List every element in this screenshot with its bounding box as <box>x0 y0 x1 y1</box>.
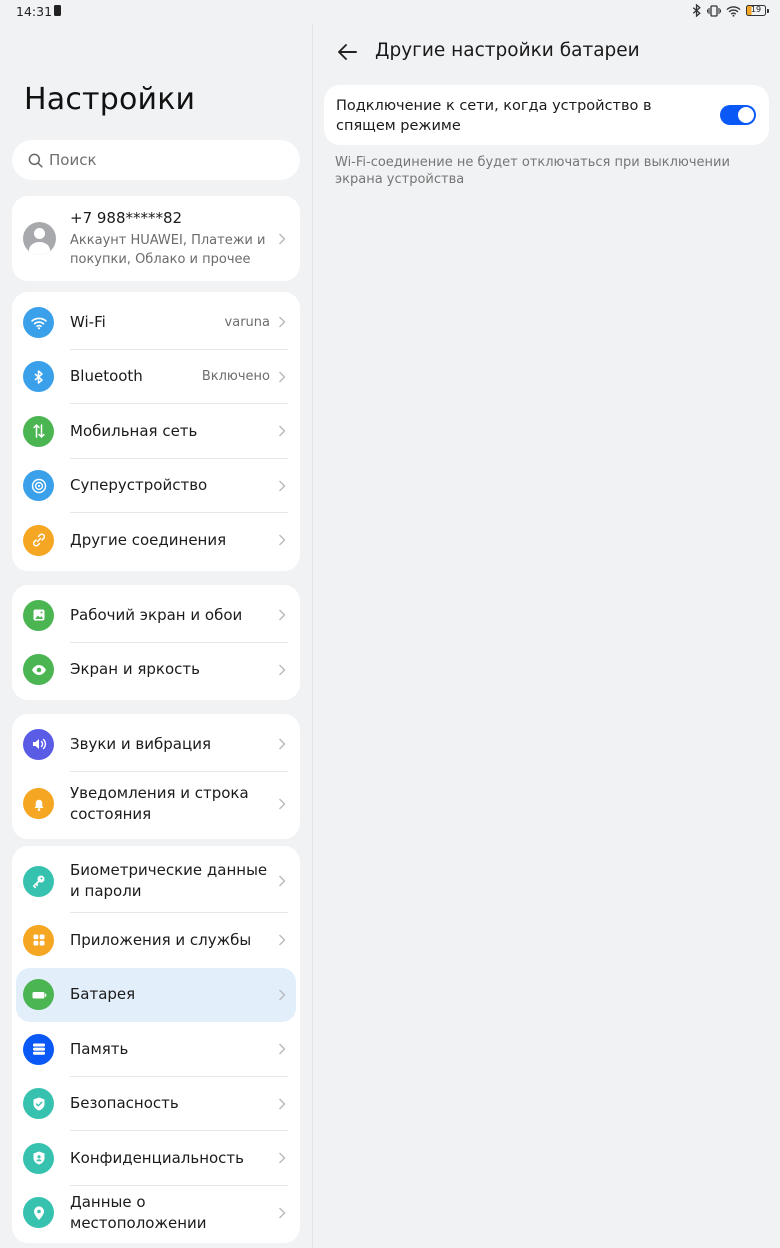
bluetooth-icon <box>23 361 54 393</box>
back-arrow-icon[interactable] <box>335 40 359 64</box>
key-icon <box>23 865 54 897</box>
settings-item-bell[interactable]: Уведомления и строка состояния <box>12 772 300 836</box>
search-icon <box>28 153 43 168</box>
settings-item-mobile-data[interactable]: Мобильная сеть <box>12 404 300 459</box>
settings-item-label: Мобильная сеть <box>70 421 198 440</box>
wifi-icon <box>23 306 54 338</box>
settings-item-storage[interactable]: Память <box>12 1022 300 1077</box>
chevron-right-icon <box>279 664 286 676</box>
chevron-right-icon <box>279 233 286 244</box>
toggle-knob <box>738 107 754 123</box>
settings-item-label: Конфиденциальность <box>70 1148 245 1167</box>
detail-pane: Другие настройки батареи Подключение к с… <box>313 24 780 1248</box>
search-bar[interactable] <box>12 140 300 180</box>
super-device-icon <box>23 470 54 502</box>
network-sleep-toggle[interactable] <box>720 105 756 125</box>
location-icon <box>23 1197 54 1229</box>
account-subtitle: Аккаунт HUAWEI, Платежи и покупки, Облак… <box>70 232 266 267</box>
connections-group: Wi-Fi varuna Bluetooth Включено Мобильная се… <box>12 292 300 571</box>
settings-item-eye[interactable]: Экран и яркость <box>12 643 300 698</box>
status-icons: 19 <box>692 4 769 17</box>
settings-item-label: Экран и яркость <box>70 660 200 679</box>
account-card[interactable]: +7 988*****82 Аккаунт HUAWEI, Платежи и … <box>12 196 300 281</box>
battery-status-icon: 19 <box>746 5 769 16</box>
settings-item-label: Батарея <box>70 985 136 1004</box>
sound-notifications-group: Звуки и вибрация Уведомления и строка сос… <box>12 714 300 839</box>
chevron-right-icon <box>279 425 286 437</box>
settings-item-label: Wi-Fi <box>70 312 106 331</box>
settings-item-value: varuna <box>224 314 270 330</box>
settings-item-shield[interactable]: Безопасность <box>12 1077 300 1131</box>
settings-item-location[interactable]: Данные о местоположении <box>12 1186 300 1241</box>
account-row[interactable]: +7 988*****82 Аккаунт HUAWEI, Платежи и … <box>12 196 300 281</box>
detail-title: Другие настройки батареи <box>375 40 640 61</box>
chevron-right-icon <box>279 609 286 621</box>
setting-hint: Wi-Fi-соединение не будет отключаться пр… <box>335 155 730 187</box>
settings-list-pane: Настройки +7 988*****82 Аккаунт HUAWEI, … <box>0 0 312 1248</box>
chevron-right-icon <box>279 480 286 492</box>
display-group: Рабочий экран и обои Экран и яркость <box>12 585 300 700</box>
chevron-right-icon <box>279 934 286 946</box>
settings-item-key[interactable]: Биометрические данные и пароли <box>12 849 300 913</box>
storage-icon <box>23 1033 54 1065</box>
page-title: Настройки <box>24 82 196 117</box>
settings-item-sound[interactable]: Звуки и вибрация <box>12 717 300 772</box>
search-input[interactable] <box>49 151 279 169</box>
link-icon <box>23 524 54 556</box>
settings-item-wifi[interactable]: Wi-Fi varuna <box>12 295 300 350</box>
settings-item-label: Другие соединения <box>70 530 227 549</box>
chevron-right-icon <box>279 1152 286 1164</box>
settings-item-bluetooth[interactable]: Bluetooth Включено <box>12 350 300 404</box>
account-phone: +7 988*****82 <box>70 208 183 227</box>
chevron-right-icon <box>279 1207 286 1219</box>
system-group: Биометрические данные и пароли Приложения… <box>12 846 300 1243</box>
vibrate-status-icon <box>707 4 721 17</box>
settings-item-privacy[interactable]: Конфиденциальность <box>12 1131 300 1186</box>
bluetooth-status-icon <box>692 4 701 17</box>
setting-label: Подключение к сети, когда устройство в с… <box>336 98 652 134</box>
chevron-right-icon <box>279 875 286 887</box>
settings-item-label: Данные о местоположении <box>70 1192 207 1232</box>
wifi-status-icon <box>726 5 741 17</box>
apps-icon <box>23 924 54 956</box>
chevron-right-icon <box>279 371 286 383</box>
settings-item-wallpaper[interactable]: Рабочий экран и обои <box>12 588 300 643</box>
settings-item-label: Приложения и службы <box>70 930 252 949</box>
settings-item-label: Память <box>70 1039 129 1058</box>
settings-item-battery[interactable]: Батарея <box>16 967 296 1022</box>
chevron-right-icon <box>279 798 286 809</box>
shield-icon <box>23 1088 54 1120</box>
settings-item-super-device[interactable]: Суперустройство <box>12 459 300 513</box>
settings-item-value: Включено <box>201 369 270 385</box>
privacy-icon <box>23 1142 54 1174</box>
settings-item-label: Уведомления и строка состояния <box>70 783 249 823</box>
chevron-right-icon <box>279 316 286 328</box>
avatar <box>23 222 56 255</box>
battery-icon <box>23 979 54 1011</box>
mobile-data-icon <box>23 415 54 447</box>
chevron-right-icon <box>279 1098 286 1110</box>
chevron-right-icon <box>279 738 286 750</box>
battery-level: 19 <box>750 5 762 14</box>
settings-item-label: Суперустройство <box>70 476 208 495</box>
network-sleep-setting[interactable]: Подключение к сети, когда устройство в с… <box>324 85 769 145</box>
settings-item-label: Bluetooth <box>70 367 143 386</box>
settings-item-label: Безопасность <box>70 1094 179 1113</box>
chevron-right-icon <box>279 534 286 546</box>
bell-icon <box>23 788 54 819</box>
sound-icon <box>23 728 54 760</box>
settings-item-label: Биометрические данные и пароли <box>70 861 268 900</box>
wallpaper-icon <box>23 599 54 631</box>
settings-item-apps[interactable]: Приложения и службы <box>12 913 300 968</box>
settings-item-label: Рабочий экран и обои <box>70 605 243 624</box>
settings-item-link[interactable]: Другие соединения <box>12 513 300 568</box>
settings-item-label: Звуки и вибрация <box>70 734 211 753</box>
chevron-right-icon <box>279 1043 286 1055</box>
eye-icon <box>23 654 54 686</box>
chevron-right-icon <box>279 989 286 1001</box>
